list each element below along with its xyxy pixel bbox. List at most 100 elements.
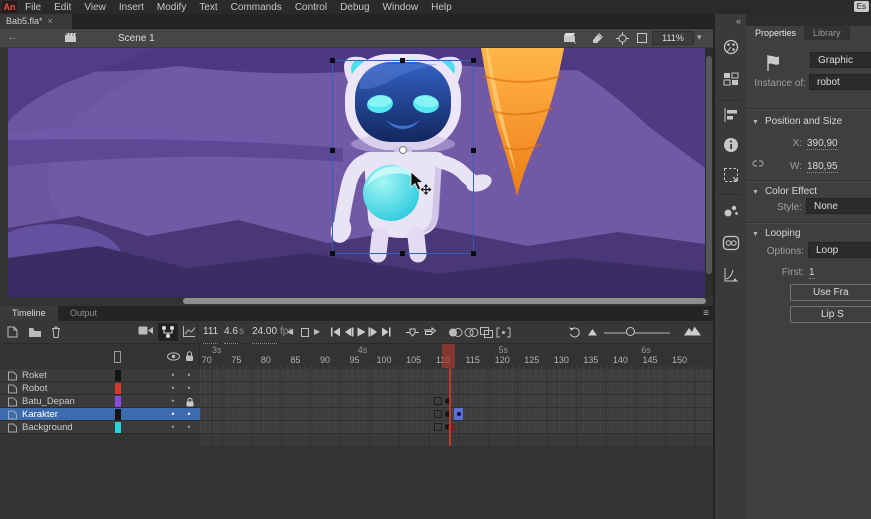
zoom-out-frames-icon[interactable] — [588, 328, 598, 339]
menu-item[interactable]: Debug — [340, 2, 369, 13]
frame-rate-value[interactable]: 24.00 — [252, 321, 277, 344]
menu-item[interactable]: View — [84, 2, 106, 13]
scrollbar-thumb[interactable] — [706, 56, 712, 274]
go-to-first-frame-button[interactable] — [330, 327, 341, 340]
elapsed-time-value[interactable]: 4.6 — [224, 321, 238, 344]
go-to-last-frame-button[interactable] — [381, 327, 392, 340]
lip-syncing-button[interactable]: Lip S — [790, 306, 871, 323]
layer-color-swatch[interactable] — [115, 396, 121, 407]
layer-color-swatch[interactable] — [115, 370, 121, 381]
new-layer-button[interactable] — [6, 325, 20, 342]
new-folder-button[interactable] — [28, 325, 42, 341]
layer-visibility-dot[interactable]: • — [168, 408, 178, 421]
edit-symbols-button[interactable] — [592, 32, 605, 47]
selection-handle-mid-right[interactable] — [471, 148, 476, 153]
stage-viewport[interactable] — [0, 48, 713, 297]
layer-lock-dot[interactable]: • — [184, 369, 194, 382]
modify-markers-button[interactable] — [496, 327, 511, 341]
menu-item[interactable]: Insert — [119, 2, 144, 13]
layer-parenting-button[interactable] — [158, 323, 178, 341]
layer-row[interactable]: Background • • — [0, 421, 713, 434]
timeline-zoom-knob[interactable] — [626, 327, 635, 336]
color-panel-icon[interactable] — [722, 38, 740, 56]
scrollbar-thumb[interactable] — [183, 298, 706, 304]
frame-back-button[interactable]: ◀ — [287, 321, 293, 343]
zoom-in-frames-icon[interactable] — [684, 325, 702, 339]
stage-horizontal-scrollbar[interactable] — [0, 297, 713, 306]
menu-item[interactable]: File — [25, 2, 41, 13]
keyframe-marker[interactable] — [445, 398, 451, 404]
onion-skin-button[interactable] — [448, 327, 463, 341]
selection-handle-mid-left[interactable] — [330, 148, 335, 153]
current-frame-value[interactable]: 111 — [203, 321, 218, 344]
layer-color-swatch[interactable] — [115, 383, 121, 394]
selection-handle-top-right[interactable] — [471, 58, 476, 63]
onion-skin-outlines-button[interactable] — [464, 327, 479, 341]
layer-visibility-dot[interactable]: • — [168, 395, 178, 408]
clip-content-button[interactable] — [636, 32, 648, 47]
layer-name[interactable]: Robot — [22, 383, 47, 394]
selection-handle-bottom-right[interactable] — [471, 251, 476, 256]
layer-lock-dot[interactable]: • — [184, 382, 194, 395]
layer-depth-button[interactable] — [182, 325, 196, 341]
layer-color-swatch[interactable] — [115, 422, 121, 433]
selection-handle-top-left[interactable] — [330, 58, 335, 63]
collapse-panels-icon[interactable]: « — [736, 16, 741, 26]
link-width-height-icon[interactable] — [751, 158, 765, 172]
panel-menu-icon[interactable]: ≡ — [703, 306, 709, 321]
edit-multiple-frames-button[interactable] — [480, 327, 494, 341]
center-frame-button[interactable] — [406, 327, 419, 341]
color-effect-section-header[interactable]: ▼Color Effect — [752, 186, 817, 197]
selection-handle-top-center[interactable] — [400, 58, 405, 63]
selection-handle-bottom-center[interactable] — [400, 251, 405, 256]
edit-scene-button[interactable] — [563, 32, 577, 47]
timeline-ruler[interactable]: 3s 70 75 80 85 90 4s — [0, 344, 713, 369]
x-value[interactable]: 390,90 — [807, 138, 838, 150]
tab-properties[interactable]: Properties — [746, 26, 805, 40]
outline-color-column-icon[interactable] — [114, 351, 121, 363]
position-size-section-header[interactable]: ▼Position and Size — [752, 116, 842, 127]
symbol-type-select[interactable]: Graphic — [810, 52, 871, 68]
info-panel-icon[interactable] — [722, 136, 740, 154]
layer-row[interactable]: Roket • • — [0, 369, 713, 382]
document-tab[interactable]: Bab5.fla*× — [0, 14, 72, 29]
menu-item[interactable]: Modify — [157, 2, 186, 13]
layer-name[interactable]: Batu_Depan — [22, 396, 75, 407]
step-forward-button[interactable] — [368, 327, 379, 340]
layer-row[interactable]: Karakter • • — [0, 408, 713, 421]
menu-item[interactable]: Help — [431, 2, 452, 13]
cc-libraries-panel-icon[interactable] — [722, 234, 740, 252]
layer-color-swatch[interactable] — [115, 409, 121, 420]
reset-timeline-zoom-button[interactable] — [568, 326, 581, 341]
style-select[interactable]: None — [806, 198, 871, 214]
transform-panel-icon[interactable] — [722, 166, 740, 184]
menu-item[interactable]: Control — [295, 2, 327, 13]
menu-item[interactable]: Window — [383, 2, 419, 13]
layer-visibility-dot[interactable]: • — [168, 421, 178, 434]
menu-item[interactable]: Commands — [231, 2, 282, 13]
layer-header[interactable]: Robot • • — [0, 382, 200, 395]
add-camera-button[interactable] — [138, 325, 154, 339]
tab-library[interactable]: Library — [804, 26, 850, 40]
frame-forward-button[interactable]: ▶ — [314, 321, 320, 343]
layer-row[interactable]: Robot • • — [0, 382, 713, 395]
menu-item[interactable]: Edit — [54, 2, 71, 13]
chevron-down-icon[interactable]: ▾ — [697, 32, 702, 43]
use-frame-picker-button[interactable]: Use Fra — [790, 284, 871, 301]
layer-frames-track[interactable] — [200, 421, 713, 434]
selection-handle-bottom-left[interactable] — [330, 251, 335, 256]
span-end-marker[interactable] — [434, 423, 442, 431]
layer-header[interactable]: Batu_Depan • • — [0, 395, 200, 408]
layer-row[interactable]: Batu_Depan • • — [0, 395, 713, 408]
loop-playback-button[interactable] — [422, 327, 436, 341]
selection-bounding-box[interactable] — [332, 60, 474, 254]
span-end-marker[interactable] — [434, 397, 442, 405]
layer-header[interactable]: Background • • — [0, 421, 200, 434]
step-back-button[interactable] — [343, 327, 354, 340]
layer-lock-dot[interactable]: • — [184, 408, 194, 421]
tab-output[interactable]: Output — [58, 306, 109, 321]
instance-name-field[interactable]: robot — [809, 74, 871, 90]
looping-section-header[interactable]: ▼Looping — [752, 228, 801, 239]
tab-timeline[interactable]: Timeline — [0, 306, 58, 321]
align-panel-icon[interactable] — [722, 106, 740, 124]
